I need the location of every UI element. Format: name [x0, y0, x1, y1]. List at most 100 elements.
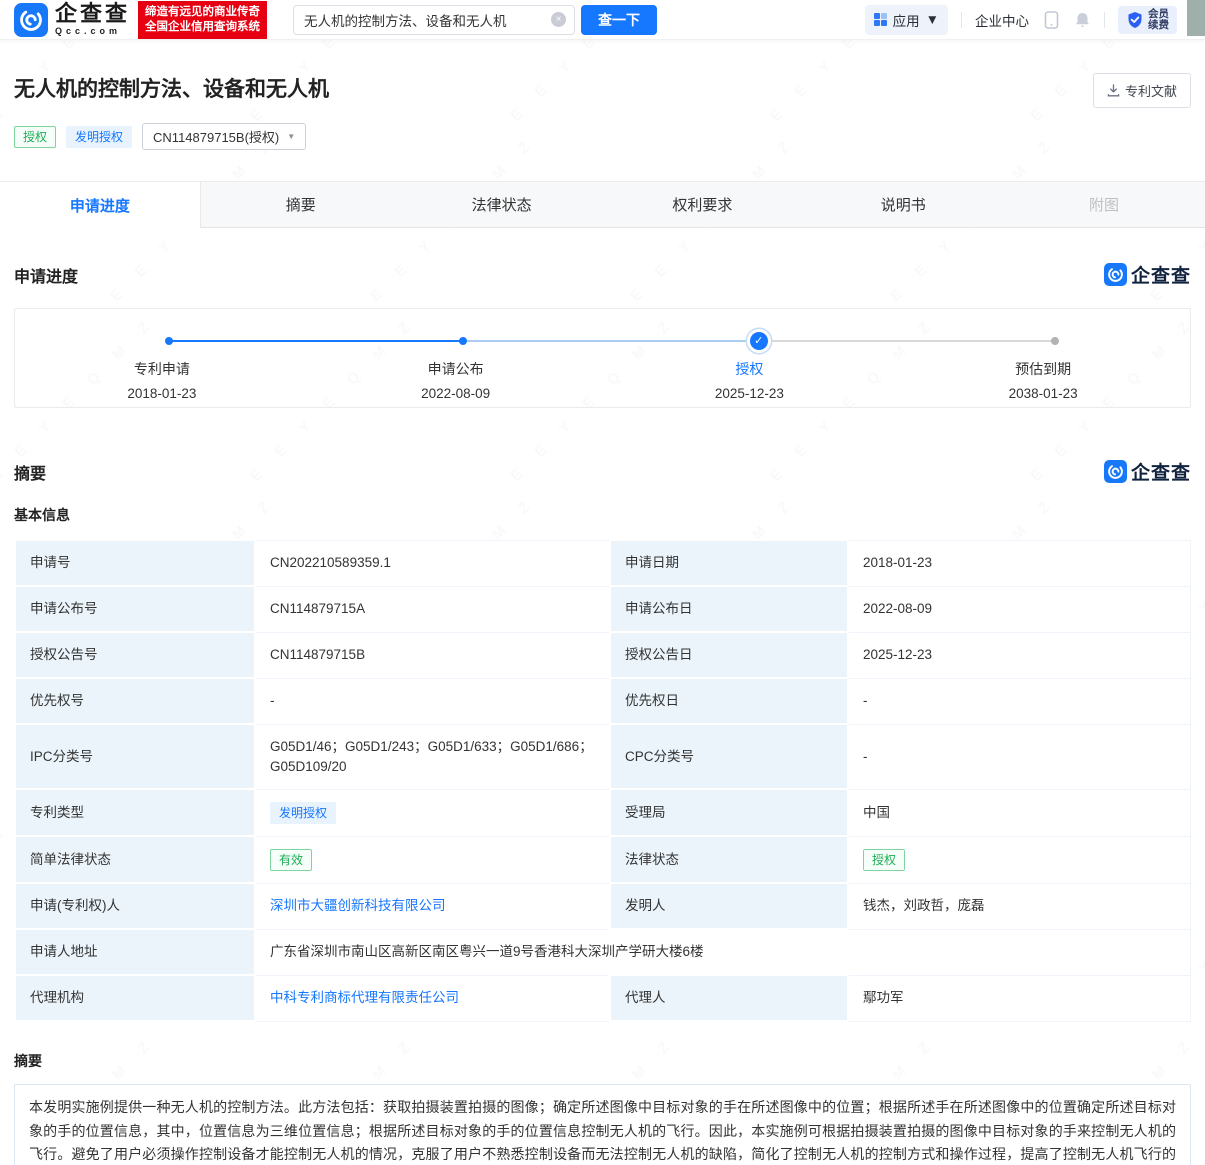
value-cell: 有效: [254, 835, 611, 884]
value-cell: 发明授权: [254, 788, 611, 837]
mobile-app-icon[interactable]: [1042, 10, 1060, 29]
table-row: 申请人地址 广东省深圳市南山区高新区南区粤兴一道9号香港科大深圳产学研大楼6楼: [14, 928, 1191, 976]
field-label: 代理人: [625, 990, 666, 1005]
status-tag: 授权: [863, 848, 906, 871]
field-label: 代理机构: [30, 990, 84, 1005]
field-label: 专利类型: [30, 804, 84, 820]
value-cell: 钱杰，刘政哲，庞磊: [847, 882, 1191, 930]
tab-description[interactable]: 说明书: [803, 182, 1004, 227]
value-cell: 深圳市大疆创新科技有限公司: [254, 882, 611, 930]
qcc-logo[interactable]: 企查查 Qcc.com: [14, 1, 131, 37]
timeline-dot-expiry: [1050, 337, 1059, 345]
tab-application-progress[interactable]: 申请进度: [0, 182, 201, 228]
value-cell: G05D1/46；G05D1/243；G05D1/633；G05D1/686；G…: [254, 723, 611, 790]
field-label: 优先权日: [625, 693, 679, 708]
member-renew-button[interactable]: 会员 续费: [1118, 5, 1177, 34]
enterprise-center-link[interactable]: 企业中心: [975, 10, 1029, 30]
value-cell: 2025-12-23: [847, 631, 1191, 679]
field-label: 申请人地址: [30, 944, 98, 959]
label-cell: 优先权号: [14, 677, 256, 725]
divider: [1104, 11, 1105, 28]
label-cell: 受理局: [609, 788, 849, 837]
scrollbar-thumb[interactable]: [1187, 0, 1205, 36]
field-label: 授权公告日: [625, 647, 693, 662]
section-title-progress: 申请进度: [14, 268, 79, 286]
top-header: 企查查 Qcc.com 缔造有远见的商业传奇 全国企业信用查询系统 × 查一下 …: [0, 0, 1205, 40]
table-row: 优先权号 - 优先权日 -: [14, 677, 1191, 725]
table-row: 代理机构 中科专利商标代理有限责任公司 代理人 鄢功军: [14, 974, 1191, 1022]
field-label: 受理局: [625, 804, 666, 820]
table-row: 简单法律状态 有效 法律状态 授权: [14, 835, 1191, 884]
field-value: CN114879715A: [270, 601, 366, 616]
basic-info-table-body: 申请号 CN202210589359.1 申请日期 2018-01-23 申请公布号 CN…: [14, 539, 1191, 1022]
label-cell: 申请人地址: [14, 928, 256, 976]
label-cell: 申请公布日: [609, 585, 849, 633]
label-cell: 申请日期: [609, 539, 849, 587]
label-cell: 申请公布号: [14, 585, 256, 633]
field-label: 发明人: [625, 898, 666, 913]
tab-claims[interactable]: 权利要求: [602, 182, 803, 227]
timeline-line-future: [758, 340, 1055, 342]
timeline-step-granted: 授权 2025-12-23: [714, 361, 784, 401]
field-label: 申请(专利权)人: [30, 898, 120, 913]
field-label: 申请公布号: [30, 601, 98, 616]
field-value: CN114879715B: [270, 647, 366, 662]
patent-number-select[interactable]: CN114879715B(授权) ▼: [142, 123, 307, 150]
field-label: 授权公告号: [30, 647, 98, 662]
apps-menu[interactable]: 应用 ▼: [864, 4, 948, 35]
value-cell: 2022-08-09: [847, 585, 1191, 633]
field-value: G05D1/46；G05D1/243；G05D1/633；G05D1/686；G…: [270, 738, 593, 774]
basic-info-heading: 基本信息: [14, 507, 70, 523]
field-label: 优先权号: [30, 693, 84, 708]
value-cell: 2018-01-23: [847, 539, 1191, 587]
timeline-dot-published: [458, 337, 467, 345]
brand-slogan: 缔造有远见的商业传奇 全国企业信用查询系统: [138, 0, 268, 39]
table-row: IPC分类号 G05D1/46；G05D1/243；G05D1/633；G05D1…: [14, 723, 1191, 790]
download-icon: [1107, 84, 1120, 97]
apps-grid-icon: [873, 13, 887, 26]
entity-link[interactable]: 深圳市大疆创新科技有限公司: [270, 898, 446, 913]
tab-legal-status[interactable]: 法律状态: [402, 182, 603, 227]
tab-figures: 附图: [1089, 197, 1120, 214]
label-cell: CPC分类号: [609, 723, 849, 790]
label-cell: 申请(专利权)人: [14, 882, 256, 930]
abstract-text: 本发明实施例提供一种无人机的控制方法。此方法包括：获取拍摄装置拍摄的图像；确定所…: [14, 1084, 1191, 1165]
qcc-watermark-logo: 企查查: [1103, 261, 1191, 288]
label-cell: 申请号: [14, 539, 256, 587]
timeline-check-icon-granted: ✓: [749, 332, 768, 350]
value-cell: CN114879715A: [254, 585, 611, 633]
brand-name: 企查查: [55, 1, 131, 26]
basic-info-table: 申请号 CN202210589359.1 申请日期 2018-01-23 申请公布号 CN…: [14, 539, 1191, 1022]
field-label: CPC分类号: [625, 748, 695, 764]
value-cell: 授权: [847, 835, 1191, 884]
field-label: 申请号: [30, 555, 71, 570]
type-tag: 发明授权: [270, 801, 337, 824]
timeline-step-expiry: 预估到期 2038-01-23: [1008, 361, 1078, 401]
field-value: 2025-12-23: [863, 647, 933, 662]
value-cell: 鄢功军: [847, 974, 1191, 1022]
label-cell: 发明人: [609, 882, 849, 930]
label-cell: 优先权日: [609, 677, 849, 725]
label-cell: 代理人: [609, 974, 849, 1022]
search-input[interactable]: [304, 12, 552, 27]
field-value: 广东省深圳市南山区高新区南区粤兴一道9号香港科大深圳产学研大楼6楼: [270, 944, 704, 959]
field-label: IPC分类号: [30, 748, 94, 764]
value-cell: 中科专利商标代理有限责任公司: [254, 974, 611, 1022]
page-title: 无人机的控制方法、设备和无人机: [14, 78, 329, 101]
member-badge-icon: [1128, 11, 1142, 28]
label-cell: 法律状态: [609, 835, 849, 884]
clear-search-icon[interactable]: ×: [551, 12, 567, 27]
entity-link[interactable]: 中科专利商标代理有限责任公司: [270, 990, 459, 1005]
tab-summary[interactable]: 摘要: [201, 182, 402, 227]
notifications-bell-icon[interactable]: [1073, 11, 1091, 29]
patent-document-button[interactable]: 专利文献: [1092, 73, 1191, 108]
field-label: 简单法律状态: [30, 851, 111, 867]
chevron-down-icon: ▼: [925, 12, 939, 27]
table-row: 授权公告号 CN114879715B 授权公告日 2025-12-23: [14, 631, 1191, 679]
value-cell: 广东省深圳市南山区高新区南区粤兴一道9号香港科大深圳产学研大楼6楼: [254, 928, 1191, 976]
detail-tabbar: 申请进度 摘要 法律状态 权利要求 说明书 附图: [0, 181, 1205, 228]
value-cell: CN202210589359.1: [254, 539, 611, 587]
label-cell: 授权公告日: [609, 631, 849, 679]
search-button[interactable]: 查一下: [581, 4, 658, 35]
field-label: 法律状态: [625, 851, 679, 867]
